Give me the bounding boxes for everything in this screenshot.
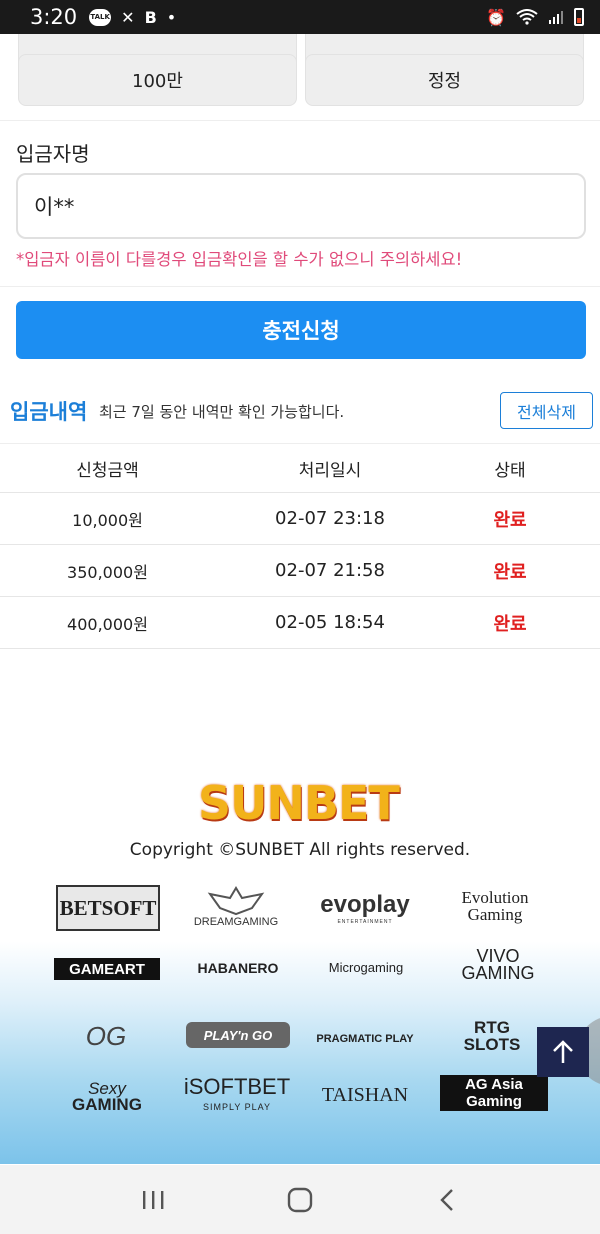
- isoftbet-logo: iSOFTBET SIMPLY PLAY: [182, 1074, 292, 1120]
- footer: SUNBET Copyright ©SUNBET All rights rese…: [0, 700, 600, 1164]
- row-status: 완료: [493, 613, 527, 635]
- notification-x-icon: ✕: [121, 7, 135, 27]
- row-status: 완료: [493, 561, 527, 583]
- recent-apps-icon: [143, 1190, 164, 1209]
- sunbet-logo: SUNBET: [198, 776, 400, 830]
- history-description: 최근 7일 동안 내역만 확인 가능합니다.: [99, 403, 345, 421]
- back-button[interactable]: [417, 1180, 477, 1220]
- dreamgaming-logo: DREAMGAMING: [188, 878, 284, 936]
- charge-request-button[interactable]: 충전신청: [16, 301, 586, 359]
- battery-icon: [574, 8, 584, 26]
- row-status: 완료: [493, 509, 527, 531]
- arrow-up-icon: [553, 1040, 573, 1063]
- back-icon: [439, 1188, 453, 1211]
- status-bar: 3:20 TALK ✕ B • ⏰: [0, 0, 600, 34]
- dot-icon: •: [166, 7, 177, 27]
- home-button[interactable]: [270, 1180, 330, 1220]
- copyright-text: Copyright ©SUNBET All rights reserved.: [129, 840, 471, 860]
- pragmatic-play-logo: PRAGMATIC PLAY: [316, 1033, 414, 1045]
- rtg-slots-label: SLOTS: [463, 1035, 521, 1054]
- row-amount: 10,000원: [72, 510, 143, 530]
- history-title: 입금내역: [10, 400, 88, 424]
- sexy-gaming-label: GAMING: [72, 1095, 142, 1114]
- rtg-label: RTG: [474, 1018, 510, 1037]
- depositor-warning: *입금자 이름이 다를경우 입금확인을 할 수가 없으니 주의하세요!: [16, 250, 463, 269]
- sexy-gaming-logo: Sexy GAMING: [52, 1074, 162, 1120]
- dragon-emblem-icon: [207, 886, 265, 916]
- row-date: 02-07 23:18: [275, 508, 385, 529]
- delete-all-button[interactable]: 전체삭제: [500, 392, 593, 429]
- betsoft-logo: BETSOFT: [56, 885, 160, 931]
- ag-asia-gaming-logo: AG Asia Gaming: [440, 1075, 548, 1111]
- dreamgaming-label: DREAMGAMING: [193, 916, 279, 928]
- column-header-date: 처리일시: [298, 460, 362, 481]
- vivo-gaming-logo: VIVO GAMING: [456, 940, 540, 990]
- isoftbet-label: iSOFTBET: [183, 1074, 291, 1099]
- habanero-logo: HABANERO: [197, 960, 279, 976]
- evolution-label-1: Evolution: [461, 888, 529, 907]
- depositor-name-input[interactable]: 이**: [16, 173, 586, 239]
- playngo-logo: PLAY'n GO: [186, 1022, 290, 1048]
- row-date: 02-07 21:58: [275, 560, 385, 581]
- row-date: 02-05 18:54: [275, 612, 385, 633]
- home-icon: [287, 1187, 313, 1212]
- og-logo: OG: [85, 1020, 127, 1051]
- reset-amount-button[interactable]: 정정: [305, 54, 584, 106]
- wifi-icon: [516, 9, 538, 25]
- evoplay-logo: evoplay ENTERTAINMENT: [310, 888, 420, 928]
- divider: [0, 286, 600, 287]
- evolution-gaming-logo: Evolution Gaming: [440, 886, 550, 926]
- scroll-top-button[interactable]: [537, 1027, 589, 1077]
- b-app-icon: B: [144, 7, 157, 27]
- evoplay-label: evoplay: [320, 891, 410, 918]
- row-amount: 400,000원: [67, 614, 148, 634]
- evoplay-sublabel: ENTERTAINMENT: [337, 919, 393, 925]
- kakaotalk-icon: TALK: [89, 8, 112, 26]
- taishan-logo: TAISHAN: [321, 1083, 409, 1106]
- row-amount: 350,000원: [67, 562, 148, 582]
- rtg-slots-logo: RTG SLOTS: [438, 1012, 546, 1060]
- table-row: 10,000원 02-07 23:18 완료: [0, 493, 600, 545]
- vivo-gaming-label: GAMING: [461, 963, 535, 983]
- depositor-label: 입금자명: [16, 142, 90, 166]
- history-table: 신청금액 처리일시 상태 10,000원 02-07 23:18 완료 350,…: [0, 443, 600, 649]
- amount-100man-button[interactable]: 100만: [18, 54, 297, 106]
- status-time: 3:20: [30, 5, 78, 29]
- system-nav-bar: [0, 1165, 600, 1234]
- table-header: 신청금액 처리일시 상태: [0, 443, 600, 493]
- alarm-icon: ⏰: [486, 7, 506, 27]
- gameart-logo: GAMEART: [54, 958, 160, 980]
- microgaming-logo: Microgaming: [328, 959, 404, 975]
- evolution-label-2: Gaming: [467, 905, 523, 924]
- divider: [0, 120, 600, 121]
- recent-apps-button[interactable]: [123, 1180, 183, 1220]
- column-header-status: 상태: [494, 460, 526, 481]
- isoftbet-sublabel: SIMPLY PLAY: [202, 1102, 272, 1112]
- column-header-amount: 신청금액: [76, 460, 139, 481]
- table-row: 400,000원 02-05 18:54 완료: [0, 597, 600, 649]
- table-row: 350,000원 02-07 21:58 완료: [0, 545, 600, 597]
- signal-icon: [549, 11, 563, 24]
